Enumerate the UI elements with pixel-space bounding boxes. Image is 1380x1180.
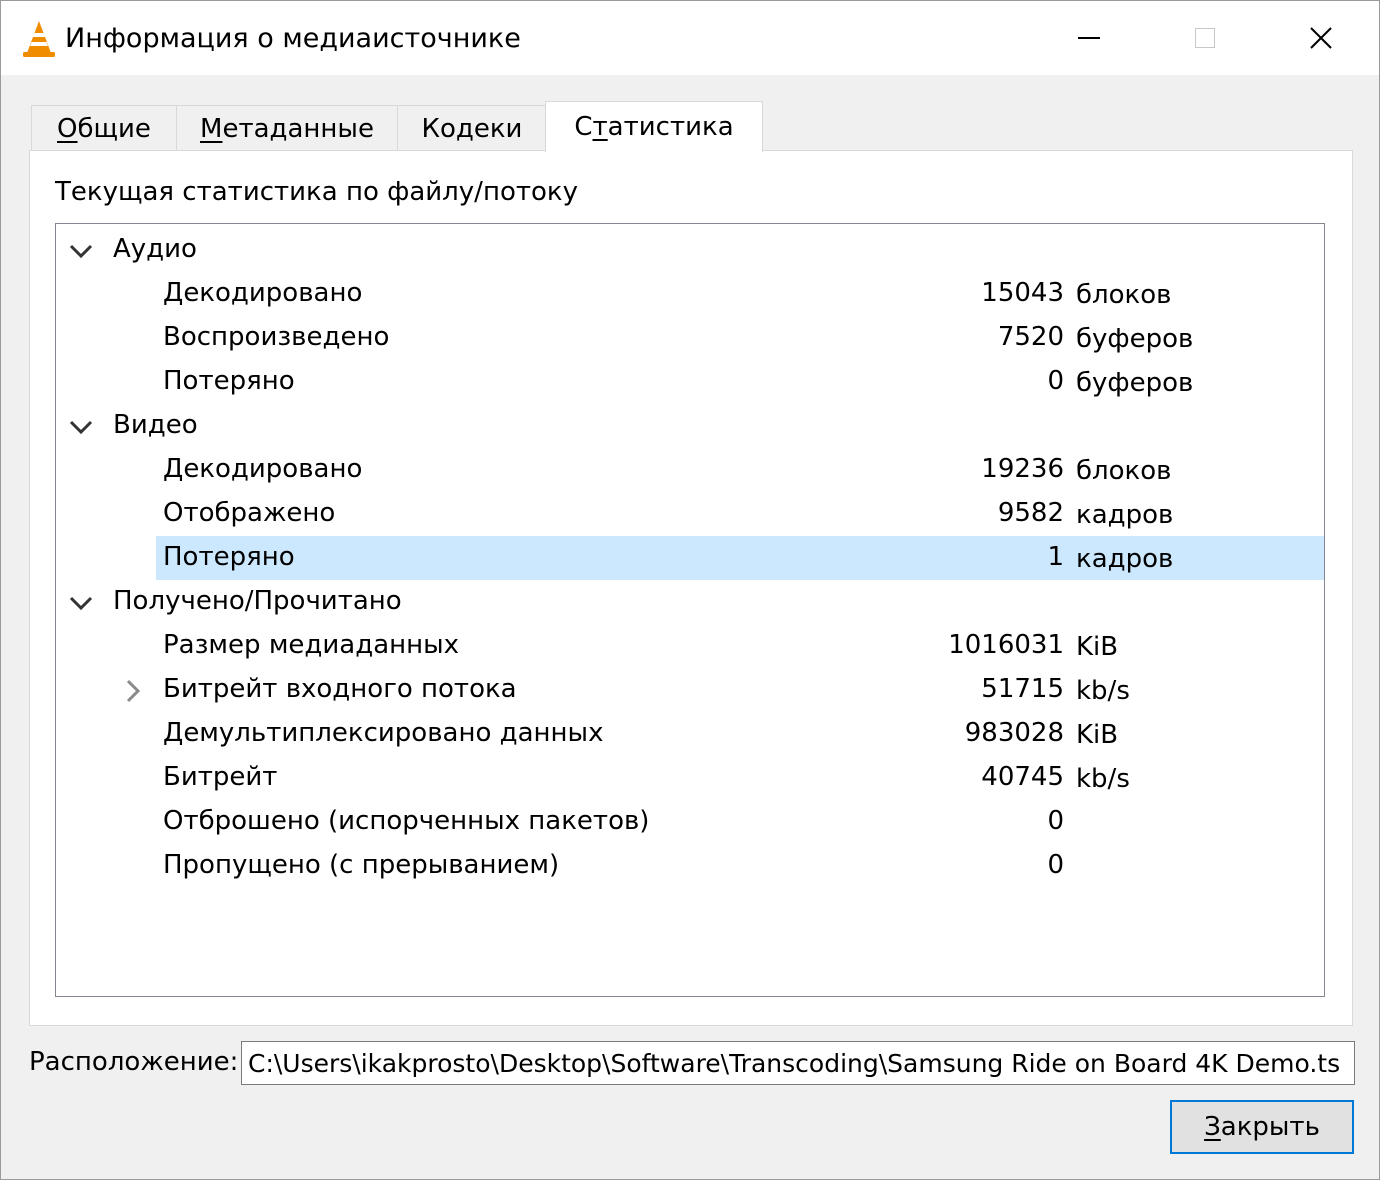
stat-label: Пропущено (с прерыванием): [163, 850, 560, 880]
tree-row[interactable]: Потеряно 0 буферов: [56, 360, 1324, 404]
stat-label: Битрейт входного потока: [163, 674, 517, 704]
tree-row[interactable]: Отброшено (испорченных пакетов) 0: [56, 800, 1324, 844]
stat-unit: KiB: [1076, 720, 1119, 750]
stat-value: 983028: [964, 718, 1064, 748]
chevron-right-icon[interactable]: [120, 678, 146, 704]
tree-row[interactable]: Отображено 9582 кадров: [56, 492, 1324, 536]
tree-row[interactable]: Декодировано 15043 блоков: [56, 272, 1324, 316]
stat-unit: кадров: [1076, 500, 1174, 530]
close-button[interactable]: Закрыть: [1170, 1100, 1354, 1154]
stat-value: 0: [1047, 806, 1064, 836]
tree-group-label: Аудио: [113, 234, 197, 264]
stat-value: 1016031: [948, 630, 1064, 660]
tab-general-label: бщие: [77, 113, 151, 144]
tab-statistics-label: атистика: [607, 112, 734, 142]
media-info-window: Информация о медиаисточнике Общие Метада…: [0, 0, 1380, 1180]
tab-general[interactable]: Общие: [31, 105, 177, 151]
tab-general-accesskey: О: [57, 113, 78, 144]
location-label: Расположение:: [29, 1047, 239, 1077]
stat-label: Декодировано: [163, 278, 363, 308]
stat-value: 7520: [997, 322, 1064, 352]
close-icon: [1310, 27, 1332, 49]
tree-row[interactable]: Демультиплексировано данных 983028 KiB: [56, 712, 1324, 756]
tree-row[interactable]: Размер медиаданных 1016031 KiB: [56, 624, 1324, 668]
tab-metadata[interactable]: Метаданные: [176, 105, 398, 151]
chevron-down-icon[interactable]: [68, 590, 94, 616]
stat-unit: буферов: [1076, 368, 1194, 398]
statistics-heading: Текущая статистика по файлу/потоку: [55, 177, 578, 207]
tree-row[interactable]: Пропущено (с прерыванием) 0: [56, 844, 1324, 888]
window-title: Информация о медиаисточнике: [65, 23, 521, 54]
stat-value: 0: [1047, 850, 1064, 880]
title-bar[interactable]: Информация о медиаисточнике: [1, 1, 1379, 75]
tab-codecs-label: Кодеки: [421, 113, 523, 144]
stat-unit: kb/s: [1076, 764, 1130, 794]
tab-metadata-accesskey: М: [200, 113, 223, 144]
minimize-icon: [1078, 37, 1100, 39]
stat-label: Размер медиаданных: [163, 630, 460, 660]
location-field[interactable]: C:\Users\ikakprosto\Desktop\Software\Tra…: [241, 1041, 1355, 1085]
close-button-label: акрыть: [1220, 1112, 1320, 1142]
stat-value: 19236: [981, 454, 1064, 484]
chevron-down-icon[interactable]: [68, 238, 94, 264]
tree-row[interactable]: Битрейт 40745 kb/s: [56, 756, 1324, 800]
tree-group-input[interactable]: Получено/Прочитано: [56, 580, 1324, 624]
vlc-cone-icon: [23, 21, 55, 57]
stat-label: Потеряно: [163, 542, 295, 572]
stat-value: 9582: [997, 498, 1064, 528]
stat-value: 0: [1047, 366, 1064, 396]
tab-statistics[interactable]: Статистика: [545, 101, 763, 152]
stat-value: 40745: [981, 762, 1064, 792]
stat-value: 51715: [981, 674, 1064, 704]
tab-metadata-label: етаданные: [222, 113, 374, 144]
stat-unit: KiB: [1076, 632, 1119, 662]
stat-label: Декодировано: [163, 454, 363, 484]
tree-row[interactable]: Битрейт входного потока 51715 kb/s: [56, 668, 1324, 712]
tree-group-audio[interactable]: Аудио: [56, 228, 1324, 272]
stat-unit: кадров: [1076, 544, 1174, 574]
stat-unit: блоков: [1076, 456, 1172, 486]
tab-statistics-label-start: С: [574, 112, 593, 142]
tree-row[interactable]: Декодировано 19236 блоков: [56, 448, 1324, 492]
tree-group-label: Видео: [113, 410, 198, 440]
stat-label: Отброшено (испорченных пакетов): [163, 806, 650, 836]
stat-label: Отображено: [163, 498, 336, 528]
tree-row[interactable]: Воспроизведено 7520 буферов: [56, 316, 1324, 360]
tree-group-label: Получено/Прочитано: [113, 586, 402, 616]
maximize-button[interactable]: [1147, 1, 1263, 75]
stat-unit: kb/s: [1076, 676, 1130, 706]
tab-codecs[interactable]: Кодеки: [397, 105, 547, 151]
tab-statistics-accesskey: т: [592, 112, 608, 142]
stat-unit: буферов: [1076, 324, 1194, 354]
stat-unit: блоков: [1076, 280, 1172, 310]
tree-group-video[interactable]: Видео: [56, 404, 1324, 448]
maximize-icon: [1195, 28, 1215, 48]
close-window-button[interactable]: [1263, 1, 1379, 75]
minimize-button[interactable]: [1031, 1, 1147, 75]
statistics-tree[interactable]: Аудио Декодировано 15043 блоков Воспроиз…: [55, 223, 1325, 997]
stat-label: Потеряно: [163, 366, 295, 396]
stat-label: Воспроизведено: [163, 322, 390, 352]
statistics-panel: Текущая статистика по файлу/потоку Аудио…: [29, 150, 1353, 1026]
stat-value: 15043: [981, 278, 1064, 308]
stat-value: 1: [1047, 542, 1064, 572]
chevron-down-icon[interactable]: [68, 414, 94, 440]
stat-label: Демультиплексировано данных: [163, 718, 604, 748]
stat-label: Битрейт: [163, 762, 278, 792]
close-button-accesskey: З: [1204, 1112, 1221, 1142]
tree-row-selected[interactable]: Потеряно 1 кадров: [56, 536, 1324, 580]
